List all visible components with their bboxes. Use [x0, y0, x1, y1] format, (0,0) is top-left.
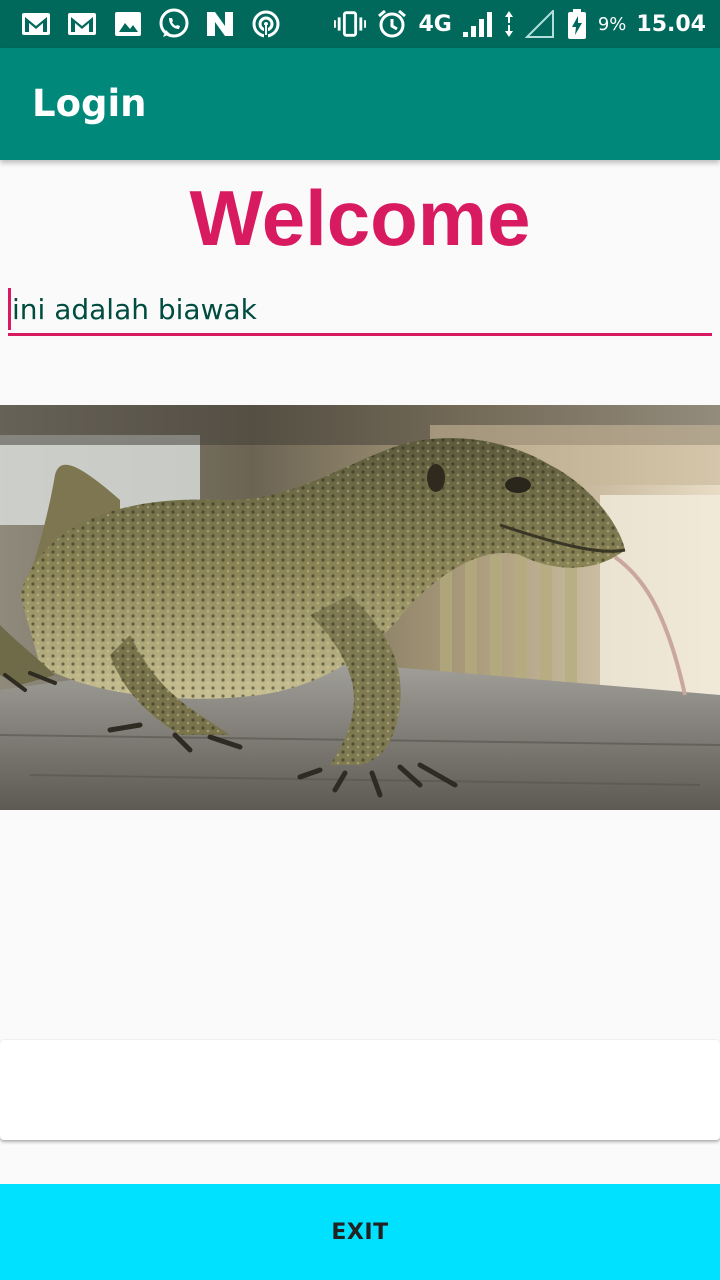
- monitor-lizard-photo: [0, 405, 720, 810]
- signal-icon: [462, 8, 494, 40]
- gmail-icon: [66, 8, 98, 40]
- gallery-icon: [112, 8, 144, 40]
- clock: 15.04: [636, 11, 706, 37]
- no-signal-icon: [524, 8, 556, 40]
- system-status: 4G 9% 15.04: [334, 8, 706, 40]
- description-input-value: ini adalah biawak: [12, 293, 257, 326]
- data-arrows-icon: [504, 8, 514, 40]
- description-input[interactable]: ini adalah biawak: [8, 284, 712, 336]
- whatsapp-icon: [158, 8, 190, 40]
- notification-icons: [20, 8, 282, 40]
- status-bar: 4G 9% 15.04: [0, 0, 720, 48]
- battery-percent: 9%: [597, 13, 627, 35]
- content-card: [0, 1040, 720, 1140]
- input-underline: [8, 333, 712, 336]
- alarm-icon: [376, 8, 408, 40]
- vibrate-icon: [334, 8, 367, 40]
- exit-button[interactable]: EXIT: [0, 1184, 720, 1280]
- text-cursor: [8, 288, 11, 330]
- welcome-heading: Welcome: [189, 174, 531, 262]
- network-type: 4G: [418, 11, 452, 37]
- battery-charging-icon: [566, 8, 588, 40]
- gmail-icon: [20, 8, 52, 40]
- n-app-icon: [204, 8, 236, 40]
- exit-button-label: EXIT: [331, 1219, 389, 1245]
- app-bar-title: Login: [32, 82, 147, 125]
- app-bar: Login: [0, 48, 720, 160]
- hotspot-icon: [250, 8, 282, 40]
